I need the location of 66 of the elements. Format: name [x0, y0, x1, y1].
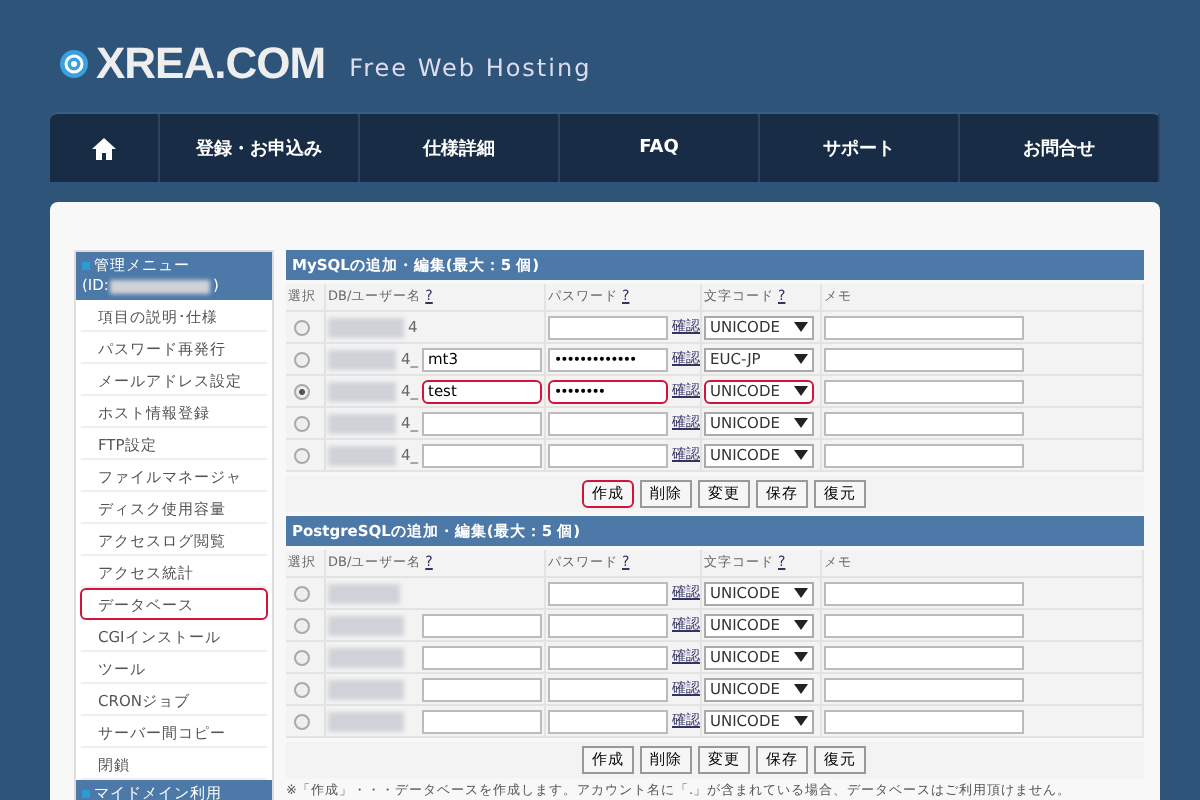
logo-text: XREA.COM [96, 38, 326, 90]
nav-link[interactable]: 登録・お申込み [196, 135, 322, 161]
memo-input[interactable] [824, 443, 1024, 467]
radio-button[interactable] [294, 415, 310, 431]
caret-icon [794, 620, 808, 630]
home-icon[interactable] [92, 137, 116, 159]
redacted-name [328, 445, 397, 465]
password-input[interactable] [548, 677, 668, 701]
caret-icon [794, 450, 808, 460]
memo-input[interactable] [824, 347, 1024, 371]
password-input[interactable] [548, 613, 668, 637]
radio-button[interactable] [294, 447, 310, 463]
radio-button[interactable] [294, 351, 310, 367]
name-input[interactable] [422, 613, 542, 637]
logo-icon [56, 48, 92, 80]
redacted-name [328, 349, 397, 369]
redacted-id [110, 279, 211, 293]
radio-button[interactable] [294, 681, 310, 697]
password-input[interactable] [548, 581, 668, 605]
password-input[interactable] [548, 443, 668, 467]
radio-button[interactable] [294, 383, 310, 399]
caret-icon [794, 652, 808, 662]
memo-input[interactable] [824, 613, 1024, 637]
name-input[interactable] [422, 709, 542, 733]
password-input[interactable] [548, 645, 668, 669]
radio-button[interactable] [294, 649, 310, 665]
nav-link[interactable]: お問合せ [1023, 135, 1095, 161]
tagline: Free Web Hosting [349, 54, 592, 82]
caret-icon [794, 354, 808, 364]
memo-input[interactable] [824, 315, 1024, 339]
redacted-name [328, 647, 404, 667]
caret-icon [794, 716, 808, 726]
name-input[interactable] [422, 677, 542, 701]
radio-button[interactable] [294, 713, 310, 729]
password-input[interactable] [548, 411, 668, 435]
redacted-name [328, 381, 397, 401]
memo-input[interactable] [824, 411, 1024, 435]
redacted-name [328, 615, 404, 635]
nav-link[interactable]: サポート [823, 135, 895, 161]
name-input[interactable] [422, 443, 542, 467]
name-input[interactable] [422, 411, 542, 435]
password-input[interactable] [548, 315, 668, 339]
bullet-icon [82, 790, 90, 798]
memo-input[interactable] [824, 379, 1024, 403]
caret-icon [794, 322, 808, 332]
redacted-name [328, 711, 404, 731]
memo-input[interactable] [824, 709, 1024, 733]
radio-button[interactable] [294, 319, 310, 335]
caret-icon [794, 588, 808, 598]
bullet-icon [82, 262, 90, 270]
memo-input[interactable] [824, 677, 1024, 701]
caret-icon [794, 386, 808, 396]
nav-link[interactable]: FAQ [639, 138, 679, 158]
caret-icon [794, 418, 808, 428]
memo-input[interactable] [824, 645, 1024, 669]
password-input[interactable] [548, 709, 668, 733]
redacted-name [328, 583, 400, 603]
redacted-name [328, 679, 404, 699]
radio-button[interactable] [294, 617, 310, 633]
nav-link[interactable]: 仕様詳細 [423, 135, 495, 161]
radio-button[interactable] [294, 585, 310, 601]
redacted-name [328, 317, 404, 337]
name-input[interactable] [422, 645, 542, 669]
caret-icon [794, 684, 808, 694]
memo-input[interactable] [824, 581, 1024, 605]
redacted-name [328, 413, 397, 433]
